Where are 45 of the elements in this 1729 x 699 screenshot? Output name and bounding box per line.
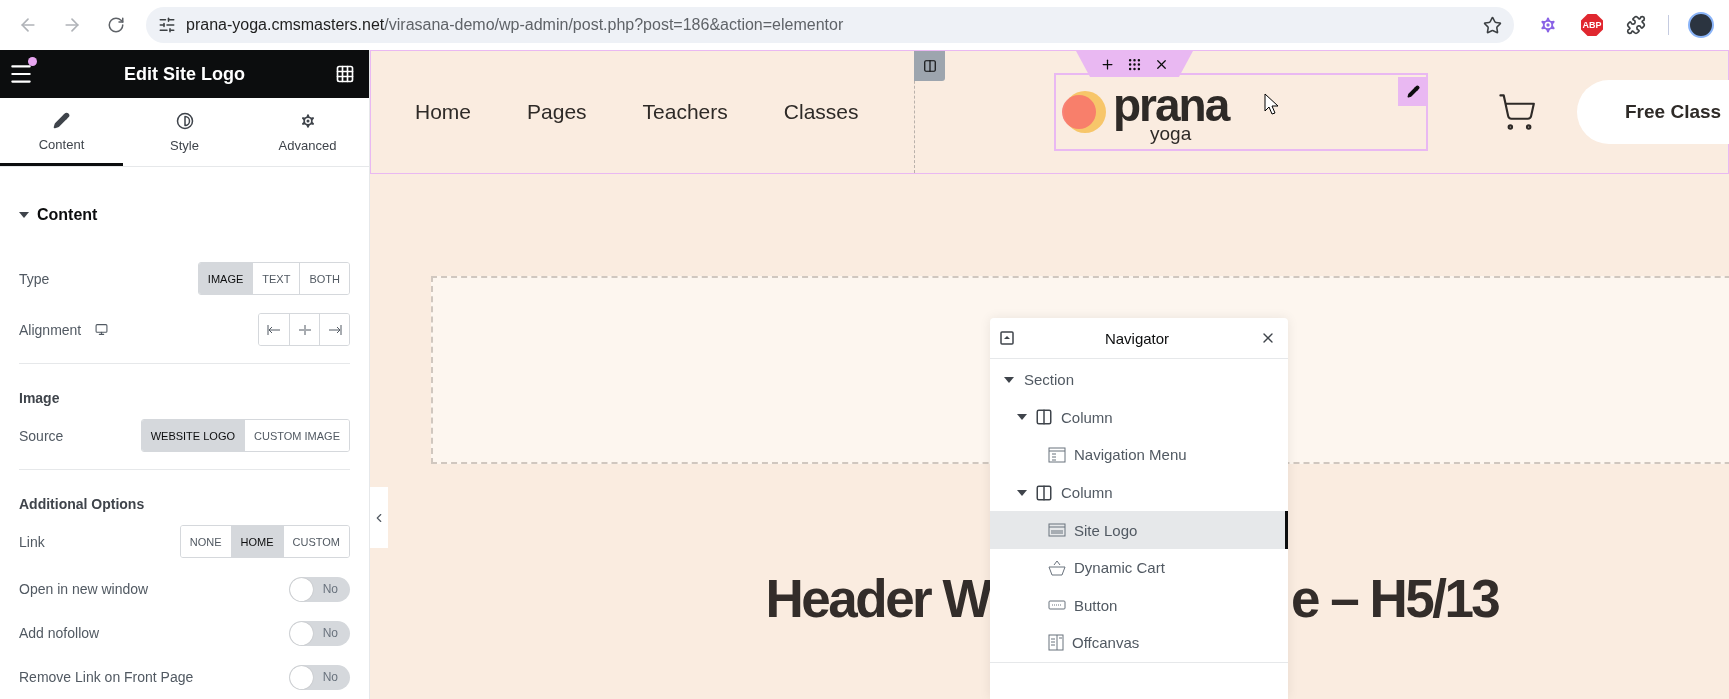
toggle-switch[interactable]: No — [289, 620, 350, 646]
navigator-item[interactable]: Offcanvas — [990, 624, 1288, 662]
address-bar[interactable]: prana-yoga.cmsmasters.net/virasana-demo/wp-admin/post.php?post=186&action=elementor — [146, 7, 1514, 43]
navigator-item[interactable]: Button — [990, 586, 1288, 625]
option-button[interactable]: WEBSITE LOGO — [141, 420, 244, 451]
panel-tab[interactable]: Advanced — [246, 98, 369, 166]
navigator-item[interactable]: Site Logo — [990, 511, 1288, 549]
field-label: Add nofollow — [19, 625, 100, 641]
url-host: prana-yoga.cmsmasters.net — [186, 16, 385, 34]
nav-link[interactable]: Classes — [783, 100, 859, 124]
nav-link[interactable]: Pages — [527, 100, 587, 124]
option-button[interactable]: HOME — [230, 526, 283, 557]
panel-tab[interactable]: Content — [0, 98, 123, 166]
toggle-switch[interactable]: No — [289, 576, 350, 602]
navigator-item[interactable]: Navigation Menu — [990, 436, 1288, 474]
toggle-switch[interactable]: No — [289, 664, 350, 690]
page-heading: Header W — [765, 568, 990, 629]
panel-title: Edit Site Logo — [124, 63, 245, 85]
field-label: Remove Link on Front Page — [19, 669, 194, 685]
option-button[interactable]: BOTH — [299, 263, 349, 294]
free-class-button[interactable]: Free Class — [1577, 80, 1729, 144]
option-button[interactable]: IMAGE — [198, 263, 253, 294]
selected-logo-frame[interactable]: prana yoga — [1054, 73, 1428, 151]
navigator-item[interactable]: Column — [990, 473, 1288, 512]
field-label: Alignment — [19, 321, 82, 338]
navigator-item[interactable]: Column — [990, 398, 1288, 437]
option-button[interactable]: CUSTOM — [282, 526, 349, 557]
logo-tagline: yoga — [1150, 123, 1192, 143]
group-heading: Additional Options — [19, 495, 146, 514]
navigator-item[interactable]: Dynamic Cart — [990, 548, 1288, 587]
field-label: Link — [19, 533, 45, 550]
nav-link[interactable]: Teachers — [642, 100, 728, 124]
url-path: /virasana-demo/wp-admin/post.php?post=186&action=elementor — [384, 16, 844, 34]
field-label: Type — [19, 270, 50, 287]
navigator-title: Navigator — [1104, 329, 1170, 347]
nav-link[interactable]: Home — [415, 100, 472, 124]
navigator-item[interactable]: Section — [990, 361, 1288, 399]
field-label: Open in new window — [19, 581, 149, 597]
section-toggle[interactable]: Content — [19, 195, 350, 235]
group-heading: Image — [19, 389, 61, 408]
page-heading: e – H5/13 — [1291, 568, 1499, 629]
option-button[interactable]: CUSTOM IMAGE — [244, 420, 349, 451]
adblock-extension-button[interactable]: ABP — [1574, 7, 1610, 43]
panel-tab[interactable]: Style — [123, 98, 246, 166]
field-label: Source — [19, 427, 64, 444]
